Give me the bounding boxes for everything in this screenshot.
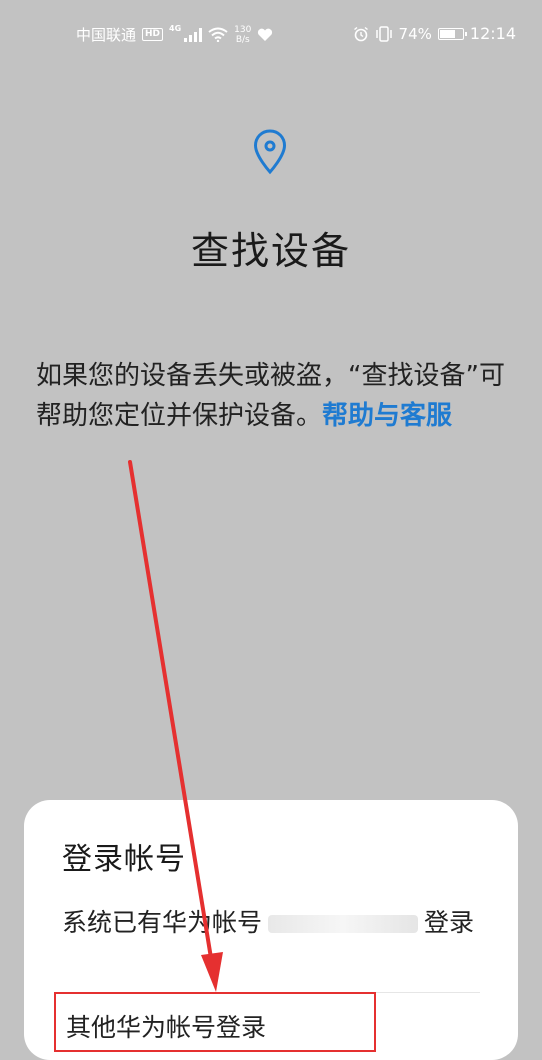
masked-phone-number	[268, 915, 419, 933]
system-login-suffix: 登录	[424, 908, 475, 937]
clock: 12:14	[469, 24, 516, 43]
signal-icon	[184, 27, 203, 42]
system-login-prefix: 系统已有华为帐号	[62, 908, 263, 937]
battery-level	[439, 29, 456, 38]
status-left: 中国联通 HD 4G 130 B/s	[76, 24, 273, 45]
net-speed: 130 B/s	[234, 25, 251, 45]
page-title: 查找设备	[190, 229, 351, 273]
net-speed-value: 130	[234, 24, 252, 35]
hd-badge: HD	[142, 28, 164, 41]
alarm-icon	[353, 26, 368, 41]
vibrate-icon	[375, 25, 392, 42]
status-right: 74% 12:14	[353, 24, 516, 43]
wifi-icon	[208, 27, 228, 42]
other-login-label: 其他华为帐号登录	[66, 1013, 267, 1042]
battery-percent: 74%	[398, 24, 432, 43]
heart-icon	[258, 28, 273, 41]
battery-icon	[437, 27, 467, 40]
net-speed-unit: B/s	[235, 34, 250, 45]
system-account-login[interactable]: 系统已有华为帐号 登录	[62, 904, 480, 942]
description: 如果您的设备丢失或被盗，“查找设备”可帮助您定位并保护设备。帮助与客服	[36, 356, 506, 436]
other-account-login[interactable]: 其他华为帐号登录	[54, 992, 376, 1052]
location-pin-icon	[253, 129, 287, 175]
network-type: 4G	[169, 24, 182, 33]
status-bar: 中国联通 HD 4G 130 B/s 74% 12:14	[0, 0, 542, 68]
carrier-label: 中国联通	[76, 26, 137, 44]
login-sheet: 登录帐号 系统已有华为帐号 登录 其他华为帐号登录	[24, 800, 518, 1060]
sheet-title: 登录帐号	[62, 842, 186, 877]
help-link[interactable]: 帮助与客服	[322, 401, 452, 431]
